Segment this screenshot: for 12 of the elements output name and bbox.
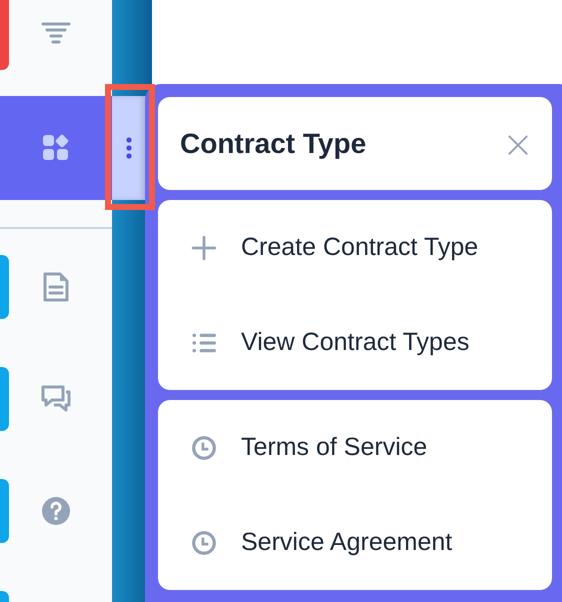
drag-handle[interactable] <box>112 96 146 200</box>
clock-icon <box>191 530 217 556</box>
plus-icon <box>191 234 217 260</box>
menu-item[interactable]: Terms of Service <box>241 433 428 462</box>
menu-item[interactable]: View Contract Types <box>241 328 470 357</box>
more-icon <box>126 137 132 159</box>
sidebar-item[interactable] <box>0 96 112 200</box>
clock-icon <box>191 434 217 460</box>
menu-item[interactable]: Service Agreement <box>241 528 452 557</box>
popover-title: Contract Type <box>180 128 366 160</box>
help-icon <box>40 495 72 527</box>
menu-item[interactable]: Create Contract Type <box>241 233 478 262</box>
